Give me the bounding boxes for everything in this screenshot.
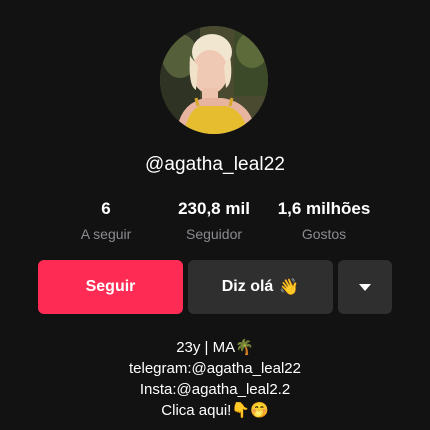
bio-link[interactable]: Clica aqui!👇🤭 [0, 400, 430, 421]
stat-following-label: A seguir [80, 226, 132, 242]
bio-line: 23y | MA🌴 [176, 339, 254, 356]
stat-likes-label: Gostos [301, 226, 347, 242]
avatar[interactable] [160, 26, 268, 134]
follow-button-label: Seguir [85, 278, 136, 295]
follow-button[interactable]: Seguir [38, 260, 183, 314]
stat-followers[interactable]: 230,8 mil Seguidor [178, 199, 250, 242]
stat-following-count: 6 [101, 199, 111, 218]
chevron-down-icon [359, 283, 371, 291]
bio-line: Insta:@agatha_leal2.2 [139, 381, 291, 398]
say-hello-button[interactable]: Diz olá 👋 [188, 260, 333, 314]
stat-likes[interactable]: 1,6 milhões Gostos [278, 199, 371, 242]
profile-stats: 6 A seguir 230,8 mil Seguidor 1,6 milhõe… [0, 199, 430, 243]
profile-bio: 23y | MA🌴 telegram:@agatha_leal22 Insta:… [0, 337, 430, 421]
profile-photo [160, 26, 268, 134]
stat-likes-count: 1,6 milhões [277, 199, 371, 218]
stat-followers-count: 230,8 mil [178, 199, 250, 218]
stat-followers-label: Seguidor [185, 226, 243, 242]
waving-hand-icon: 👋 [279, 279, 300, 296]
more-options-button[interactable] [338, 260, 392, 314]
profile-username: @agatha_leal22 [144, 154, 286, 175]
stat-following[interactable]: 6 A seguir [81, 199, 132, 242]
bio-line: telegram:@agatha_leal22 [128, 360, 301, 377]
say-hello-label: Diz olá [221, 278, 274, 295]
